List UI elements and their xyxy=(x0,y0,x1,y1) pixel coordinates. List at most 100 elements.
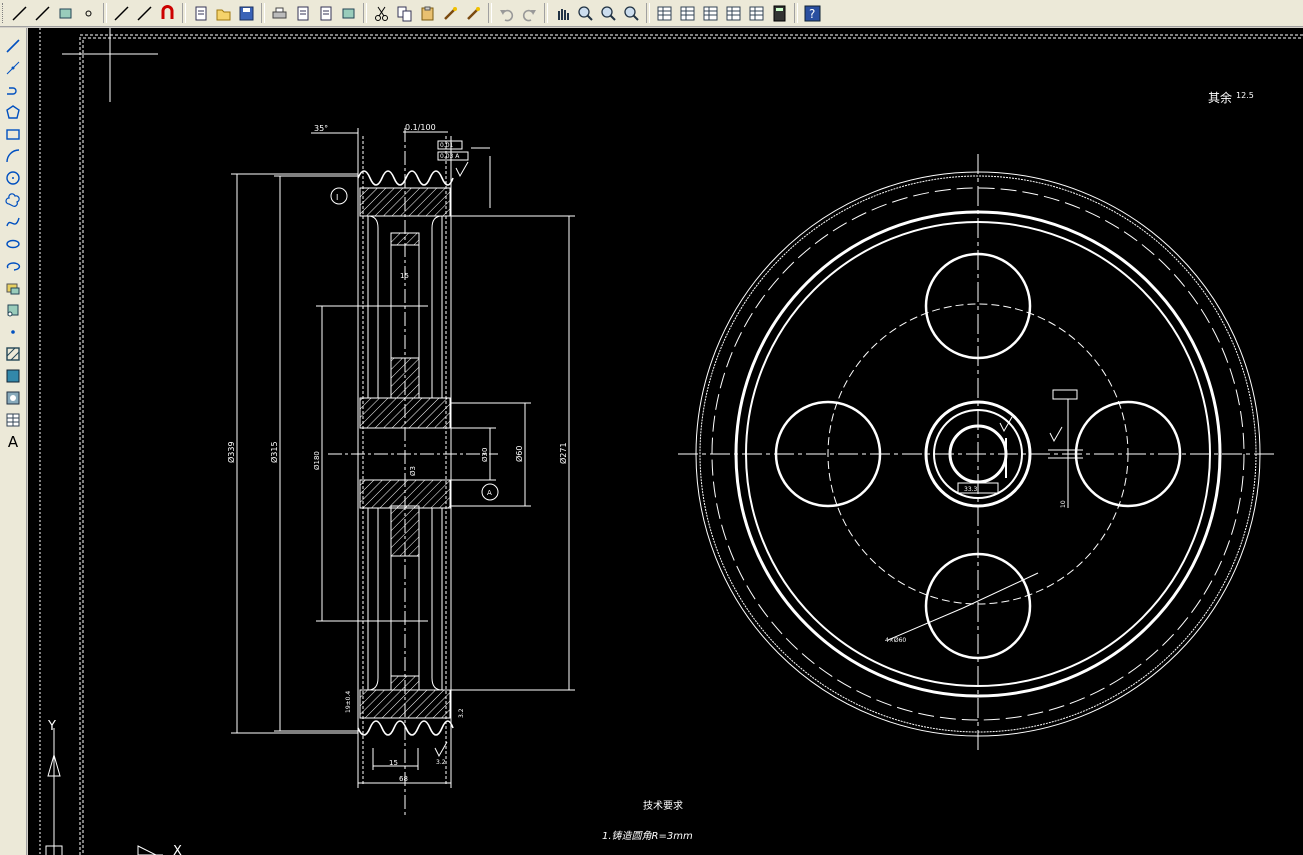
parallel-lines-button[interactable] xyxy=(32,3,53,24)
circle-icon xyxy=(6,171,20,185)
dim-w-groove: Ø3 xyxy=(409,466,417,476)
region-tool[interactable] xyxy=(2,388,24,408)
construction-line-icon xyxy=(6,61,20,75)
point-icon xyxy=(11,330,15,334)
gradient-tool[interactable] xyxy=(2,366,24,386)
help-button[interactable]: ? xyxy=(802,3,823,24)
snap-nearest-button[interactable] xyxy=(134,3,155,24)
line-tool[interactable] xyxy=(2,36,24,56)
spline-tool[interactable] xyxy=(2,212,24,232)
new-file-button[interactable] xyxy=(190,3,211,24)
dim-keyway: 33.3 xyxy=(964,486,978,493)
point-tool[interactable] xyxy=(2,322,24,342)
dim-detail: I xyxy=(336,193,338,202)
cut-button[interactable] xyxy=(371,3,392,24)
design-center-icon xyxy=(680,6,695,20)
tech-req-line1: 1.铸造圆角R=3mm xyxy=(602,830,693,842)
polyline-button[interactable] xyxy=(9,3,30,24)
front-view xyxy=(678,154,1278,753)
point-icon xyxy=(85,10,92,16)
save-button[interactable] xyxy=(236,3,257,24)
calculator-icon xyxy=(773,5,786,21)
ellipse-tool[interactable] xyxy=(2,234,24,254)
drawing-canvas[interactable]: 其余 12.5 技术要求 1.铸造圆角R=3mm Y X 35° 0.1/100… xyxy=(28,28,1303,855)
construction-line-tool[interactable] xyxy=(2,58,24,78)
zoom-window-icon xyxy=(601,5,616,21)
match-properties-button[interactable] xyxy=(440,3,461,24)
print-preview-button[interactable] xyxy=(292,3,313,24)
block-insert-button[interactable] xyxy=(55,3,76,24)
redo-button[interactable] xyxy=(519,3,540,24)
open-file-button[interactable] xyxy=(213,3,234,24)
dim-bottom-2: 68 xyxy=(399,775,408,783)
print-button[interactable] xyxy=(269,3,290,24)
copy-icon xyxy=(397,6,412,21)
plot-icon xyxy=(342,8,355,18)
polyline-icon xyxy=(7,87,17,95)
paste-icon xyxy=(421,6,434,20)
ucs-x-label: X xyxy=(173,844,182,855)
polyline-tool[interactable] xyxy=(2,80,24,100)
snap-endpoint-icon xyxy=(114,5,129,21)
pan-button[interactable] xyxy=(552,3,573,24)
dim-datum: A xyxy=(487,489,492,497)
toolbar-separator xyxy=(182,3,186,23)
polygon-tool[interactable] xyxy=(2,102,24,122)
make-block-tool[interactable] xyxy=(2,300,24,320)
hatch-tool[interactable] xyxy=(2,344,24,364)
print-preview-icon xyxy=(297,6,309,20)
toolbar-grip[interactable] xyxy=(2,3,6,23)
zoom-previous-button[interactable] xyxy=(621,3,642,24)
zoom-window-button[interactable] xyxy=(598,3,619,24)
publish-button[interactable] xyxy=(315,3,336,24)
dim-gtol-1: 0.01 xyxy=(440,142,454,149)
insert-block-tool[interactable] xyxy=(2,278,24,298)
arc-icon xyxy=(6,149,20,163)
zoom-previous-icon xyxy=(624,5,639,21)
match-properties-icon xyxy=(444,6,457,20)
ellipse-arc-tool[interactable] xyxy=(2,256,24,276)
dim-d-bore: Ø30 xyxy=(481,448,489,462)
redo-icon xyxy=(522,9,536,21)
polygon-icon xyxy=(6,105,20,119)
circle-tool[interactable] xyxy=(2,168,24,188)
multiline-text-icon: A xyxy=(7,433,19,451)
zoom-realtime-icon xyxy=(578,5,593,21)
multiline-text-tool[interactable]: A xyxy=(2,432,24,452)
line-icon xyxy=(6,39,20,53)
revision-cloud-tool[interactable] xyxy=(2,190,24,210)
arc-tool[interactable] xyxy=(2,146,24,166)
toolbar-separator xyxy=(363,3,367,23)
hatch-icon xyxy=(6,347,20,361)
magnet-snap-icon xyxy=(161,4,174,19)
dim-groove-depth: 3.2 xyxy=(458,708,465,718)
tool-palettes-button[interactable] xyxy=(700,3,721,24)
rectangle-tool[interactable] xyxy=(2,124,24,144)
ucs-icon xyxy=(45,728,163,855)
markup-button[interactable] xyxy=(746,3,767,24)
properties-button[interactable] xyxy=(654,3,675,24)
magnet-snap-button[interactable] xyxy=(157,3,178,24)
zoom-realtime-button[interactable] xyxy=(575,3,596,24)
markup-icon xyxy=(749,6,764,20)
publish-icon xyxy=(320,6,332,20)
snap-endpoint-button[interactable] xyxy=(111,3,132,24)
table-tool[interactable] xyxy=(2,410,24,430)
revision-cloud-icon xyxy=(5,193,20,207)
dim-keyway-w: 10 xyxy=(1060,500,1067,508)
block-editor-button[interactable] xyxy=(463,3,484,24)
dim-d-outer: Ø339 xyxy=(226,441,236,463)
paste-button[interactable] xyxy=(417,3,438,24)
plot-button[interactable] xyxy=(338,3,359,24)
undo-button[interactable] xyxy=(496,3,517,24)
copy-button[interactable] xyxy=(394,3,415,24)
open-file-icon xyxy=(216,9,231,20)
point-button[interactable] xyxy=(78,3,99,24)
sheet-set-button[interactable] xyxy=(723,3,744,24)
calculator-button[interactable] xyxy=(769,3,790,24)
polyline-icon xyxy=(12,5,27,21)
region-icon xyxy=(6,391,20,405)
design-center-button[interactable] xyxy=(677,3,698,24)
table-icon xyxy=(6,413,20,427)
dim-top-1: 35° xyxy=(314,124,328,133)
